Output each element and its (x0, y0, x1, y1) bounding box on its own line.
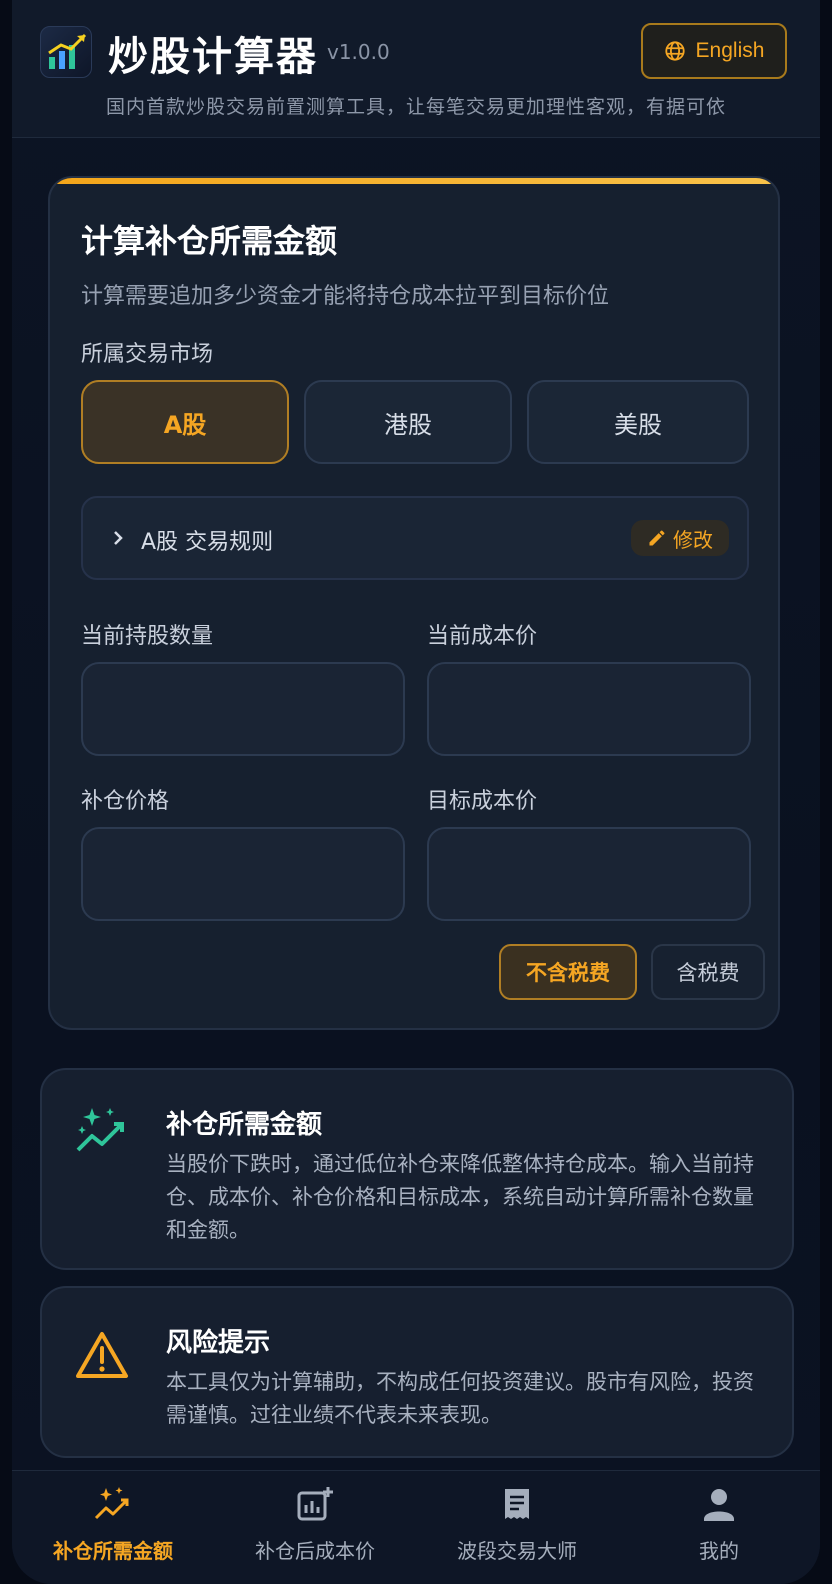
info-card: 补仓所需金额 当股价下跌时，通过低位补仓来降低整体持仓成本。输入当前持仓、成本价… (40, 1068, 794, 1270)
nav-label-swing-trade: 波段交易大师 (457, 1539, 577, 1563)
app-title: 炒股计算器 (108, 34, 318, 80)
nav-item-swing-trade[interactable]: 波段交易大师 (416, 1485, 618, 1575)
exclude-tax-label: 不含税费 (526, 961, 610, 985)
app-frame: 炒股计算器 v1.0.0 English 国内首款炒股交易前置测算工具，让每笔交… (12, 0, 820, 1584)
info-title: 补仓所需金额 (166, 1110, 323, 1140)
calculator-card: 计算补仓所需金额 计算需要追加多少资金才能将持仓成本拉平到目标价位 所属交易市场… (48, 176, 780, 1030)
trading-rules-text: 交易规则 (185, 530, 274, 555)
trading-rules-label: A股 交易规则 (141, 524, 273, 556)
trading-rules-toggle[interactable]: A股 交易规则 修改 (81, 496, 749, 580)
pencil-icon (649, 530, 665, 546)
target-cost-label: 目标成本价 (427, 789, 538, 814)
nav-item-profile[interactable]: 我的 (618, 1485, 820, 1575)
sparkle-trend-icon (76, 1108, 124, 1152)
nav-item-add-amount[interactable]: 补仓所需金额 (12, 1485, 214, 1575)
edit-rules-label: 修改 (673, 527, 713, 552)
calculator-title: 计算补仓所需金额 (81, 222, 338, 260)
current-cost-label: 当前成本价 (427, 624, 538, 649)
bottom-nav: 补仓所需金额 补仓后成本价 波段交易大师 我的 (12, 1470, 820, 1584)
receipt-icon (505, 1489, 529, 1519)
globe-icon (664, 41, 685, 61)
target-cost-input[interactable] (427, 827, 751, 921)
nav-label-add-amount: 补仓所需金额 (53, 1539, 173, 1563)
chevron-right-icon (114, 531, 123, 545)
market-hk-label: 港股 (384, 410, 432, 439)
market-hk-button[interactable]: 港股 (304, 380, 512, 464)
market-us-button[interactable]: 美股 (527, 380, 749, 464)
app-version: v1.0.0 (327, 40, 390, 64)
add-price-input[interactable] (81, 827, 405, 921)
nav-label-cost-after: 补仓后成本价 (255, 1539, 375, 1563)
person-icon (704, 1489, 734, 1521)
card-accent-bar (50, 178, 778, 184)
app-header: 炒股计算器 v1.0.0 English 国内首款炒股交易前置测算工具，让每笔交… (12, 0, 820, 138)
market-label: 所属交易市场 (81, 342, 214, 367)
market-a-share-button[interactable]: A股 (81, 380, 289, 464)
app-subtitle: 国内首款炒股交易前置测算工具，让每笔交易更加理性客观，有据可依 (105, 96, 726, 118)
language-label: English (695, 39, 765, 62)
calculator-description: 计算需要追加多少资金才能将持仓成本拉平到目标价位 (81, 284, 610, 309)
current-cost-input[interactable] (427, 662, 751, 756)
nav-label-profile: 我的 (699, 1539, 739, 1563)
nav-item-cost-after[interactable]: 补仓后成本价 (214, 1485, 416, 1575)
risk-card: 风险提示 本工具仅为计算辅助，不构成任何投资建议。股市有风险，投资需谨慎。过往业… (40, 1286, 794, 1458)
market-a-share-label: A股 (163, 410, 207, 439)
add-price-label: 补仓价格 (81, 789, 170, 814)
exclude-tax-button[interactable]: 不含税费 (499, 944, 637, 1000)
chart-plus-icon (297, 1487, 333, 1521)
warning-icon (76, 1332, 128, 1378)
info-body: 当股价下跌时，通过低位补仓来降低整体持仓成本。输入当前持仓、成本价、补仓价格和目… (166, 1152, 754, 1242)
app-logo-icon (40, 26, 92, 78)
market-us-label: 美股 (614, 410, 662, 439)
include-tax-button[interactable]: 含税费 (651, 944, 765, 1000)
trading-rules-market: A股 (141, 530, 179, 555)
risk-body: 本工具仅为计算辅助，不构成任何投资建议。股市有风险，投资需谨慎。过往业绩不代表未… (166, 1370, 754, 1427)
current-shares-input[interactable] (81, 662, 405, 756)
sparkle-trend-icon (94, 1487, 129, 1520)
language-button[interactable]: English (641, 23, 787, 79)
edit-rules-button[interactable]: 修改 (631, 520, 729, 556)
risk-title: 风险提示 (166, 1328, 271, 1358)
current-shares-label: 当前持股数量 (81, 624, 214, 649)
include-tax-label: 含税费 (676, 961, 740, 985)
